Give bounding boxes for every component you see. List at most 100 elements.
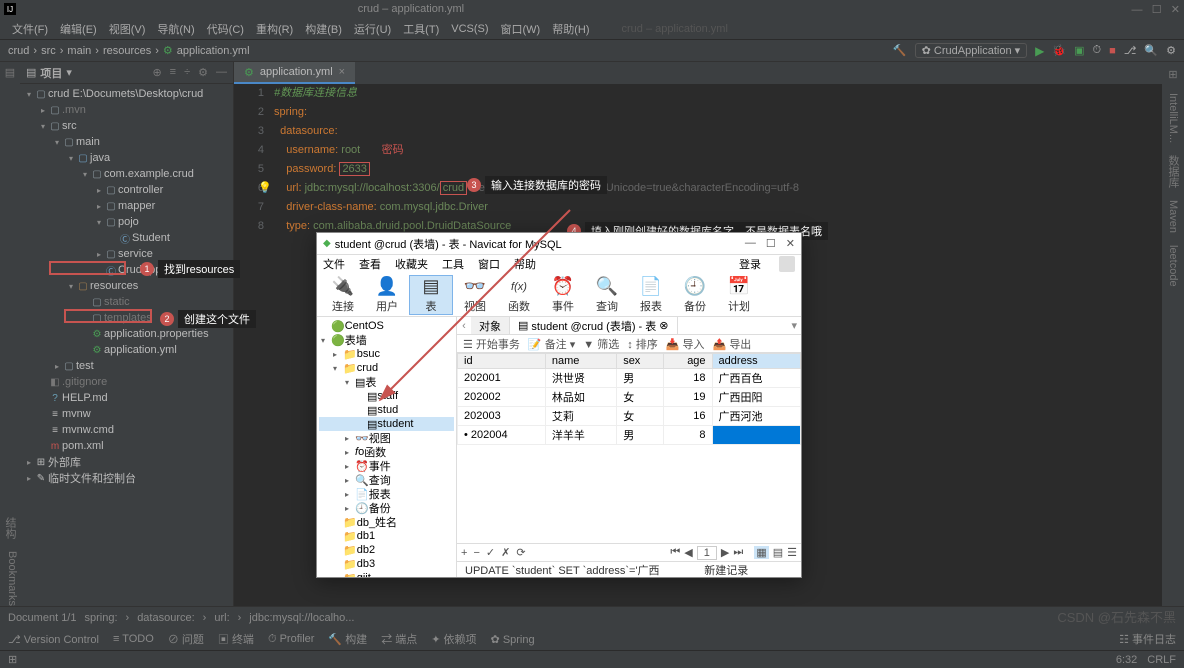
navicat-toolbar[interactable]: 🔌连接 👤用户 ▤表 👓视图 f(x)函数 ⏰事件 🔍查询 📄报表 🕘备份 📅计… bbox=[317, 273, 801, 317]
bottom-vcs[interactable]: ⎇ Version Control bbox=[8, 633, 99, 646]
nav-del-icon[interactable]: − bbox=[473, 547, 479, 559]
nav-btn-backup[interactable]: 🕘备份 bbox=[673, 276, 717, 314]
breadcrumb[interactable]: crud › src › main › resources › ⚙ applic… bbox=[8, 44, 250, 57]
navicat-window[interactable]: ◆ student @crud (表墙) - 表 - Navicat for M… bbox=[316, 232, 802, 578]
tree-service[interactable]: service bbox=[118, 248, 153, 260]
rtool-intelli[interactable]: IntelliLM... bbox=[1167, 93, 1179, 143]
nav-tab-student[interactable]: ▤ student @crud (表墙) - 表 ⊗ bbox=[510, 317, 678, 334]
nav-btn-report[interactable]: 📄报表 bbox=[629, 276, 673, 314]
hide-panel-icon[interactable]: — bbox=[216, 66, 227, 79]
nav-menu-tools[interactable]: 工具 bbox=[442, 256, 464, 272]
menu-code[interactable]: 代码(C) bbox=[203, 21, 248, 37]
tree-package[interactable]: com.example.crud bbox=[104, 168, 194, 180]
nav-btn-user[interactable]: 👤用户 bbox=[365, 276, 409, 314]
tree-pojo[interactable]: pojo bbox=[118, 216, 139, 228]
grid-row-editing[interactable]: • 202004洋羊羊男8 bbox=[458, 426, 801, 445]
nav-tab-close-icon[interactable]: ⊗ bbox=[659, 319, 668, 332]
nav-menu-help[interactable]: 帮助 bbox=[514, 256, 536, 272]
nav-btn-event[interactable]: ⏰事件 bbox=[541, 276, 585, 314]
main-menu[interactable]: 文件(F) 编辑(E) 视图(V) 导航(N) 代码(C) 重构(R) 构建(B… bbox=[0, 18, 1184, 40]
nav-close-icon[interactable]: ✕ bbox=[786, 237, 795, 250]
intention-bulb-icon[interactable]: 💡 bbox=[258, 179, 272, 198]
nt-student[interactable]: student bbox=[377, 418, 413, 430]
tree-pom[interactable]: pom.xml bbox=[62, 440, 104, 452]
navicat-mini-toolbar[interactable]: ☰ 开始事务 📝 备注 ▾ ▼ 筛选 ↕ 排序 📥 导入 📤 导出 bbox=[457, 335, 801, 353]
bottom-build[interactable]: 🔨 构建 bbox=[328, 631, 367, 647]
search-icon[interactable]: 🔍 bbox=[1144, 44, 1158, 57]
tree-mvnw[interactable]: mvnw bbox=[62, 408, 91, 420]
nav-mtb-import[interactable]: 导入 bbox=[683, 339, 705, 351]
menu-edit[interactable]: 编辑(E) bbox=[56, 21, 101, 37]
settings-icon[interactable]: ⚙ bbox=[1166, 44, 1176, 57]
profile-button[interactable]: ⏱ bbox=[1092, 44, 1101, 57]
crumb-0[interactable]: crud bbox=[8, 45, 29, 57]
nav-avatar-icon[interactable] bbox=[779, 256, 795, 272]
menu-refactor[interactable]: 重构(R) bbox=[252, 21, 297, 37]
bottom-profiler[interactable]: ⏱ Profiler bbox=[268, 633, 314, 646]
select-opened-icon[interactable]: ⊕ bbox=[152, 66, 161, 79]
tree-main[interactable]: main bbox=[76, 136, 100, 148]
nav-first-icon[interactable]: ⏮ bbox=[670, 546, 680, 559]
rtool-leetcode[interactable]: leetcode bbox=[1167, 245, 1179, 287]
nav-add-icon[interactable]: + bbox=[461, 547, 467, 559]
nav-menu-file[interactable]: 文件 bbox=[323, 256, 345, 272]
nav-mtb-trans[interactable]: 开始事务 bbox=[476, 339, 520, 351]
crumb-2[interactable]: main bbox=[67, 45, 91, 57]
editor-tab-active[interactable]: ⚙ application.yml × bbox=[234, 62, 355, 84]
ltool-bookmarks[interactable]: Bookmarks bbox=[2, 551, 18, 606]
sc-3[interactable]: url: bbox=[214, 612, 229, 624]
code-area[interactable]: 💡 #数据库连接信息 spring: datasource: username:… bbox=[274, 84, 1162, 236]
collapse-all-icon[interactable]: ÷ bbox=[184, 66, 190, 79]
nav-btn-func[interactable]: f(x)函数 bbox=[497, 276, 541, 314]
tree-mvn[interactable]: .mvn bbox=[62, 104, 86, 116]
nav-min-icon[interactable]: ― bbox=[745, 237, 756, 250]
close-tab-icon[interactable]: × bbox=[339, 66, 345, 78]
left-vert-tools[interactable]: 结构 Bookmarks bbox=[2, 517, 18, 606]
project-tree[interactable]: ▾▢crud E:\Documets\Desktop\crud ▸▢.mvn ▾… bbox=[20, 84, 233, 606]
bottom-problems[interactable]: ⊘ 问题 bbox=[168, 631, 204, 647]
nt-staff[interactable]: staff bbox=[377, 390, 398, 402]
menu-help[interactable]: 帮助(H) bbox=[548, 21, 593, 37]
right-tool-gutter[interactable]: ⊞ IntelliLM... 数据库 Maven leetcode bbox=[1162, 62, 1184, 606]
nav-mtb-memo[interactable]: 备注 ▾ bbox=[545, 339, 576, 351]
menu-file[interactable]: 文件(F) bbox=[8, 21, 52, 37]
run-button[interactable]: ▶ bbox=[1035, 44, 1044, 58]
ltool-structure[interactable]: 结构 bbox=[2, 517, 18, 539]
nav-tab-objects[interactable]: 对象 bbox=[471, 317, 510, 334]
nt-biaoshu[interactable]: 表墙 bbox=[345, 332, 367, 348]
nav-menu-view[interactable]: 查看 bbox=[359, 256, 381, 272]
nav-menu-window[interactable]: 窗口 bbox=[478, 256, 500, 272]
menu-view[interactable]: 视图(V) bbox=[105, 21, 150, 37]
tree-controller[interactable]: controller bbox=[118, 184, 163, 196]
tree-ext-lib[interactable]: 外部库 bbox=[48, 454, 81, 470]
nav-view-form-icon[interactable]: ▤ bbox=[773, 546, 783, 559]
tree-help[interactable]: HELP.md bbox=[62, 392, 108, 404]
nav-page-num[interactable]: 1 bbox=[697, 546, 717, 560]
nav-apply-icon[interactable]: ✓ bbox=[486, 546, 495, 559]
col-id[interactable]: id bbox=[458, 354, 546, 369]
bottom-eventlog[interactable]: ☷ 事件日志 bbox=[1119, 631, 1176, 647]
nt-dbname[interactable]: db_姓名 bbox=[357, 514, 397, 530]
nav-mtb-filter[interactable]: 筛选 bbox=[597, 339, 619, 351]
nt-db3[interactable]: db3 bbox=[357, 558, 375, 570]
tree-student-class[interactable]: Student bbox=[132, 232, 170, 244]
bottom-terminal[interactable]: ▣ 终端 bbox=[218, 631, 254, 647]
nav-cancel-icon[interactable]: ✗ bbox=[501, 546, 510, 559]
status-lineend[interactable]: CRLF bbox=[1147, 654, 1176, 666]
grid-row[interactable]: 202002林品如女19广西田阳 bbox=[458, 388, 801, 407]
git-button[interactable]: ⎇ bbox=[1124, 44, 1137, 57]
menu-build[interactable]: 构建(B) bbox=[301, 21, 346, 37]
nav-menu-fav[interactable]: 收藏夹 bbox=[395, 256, 428, 272]
nav-view-grid-icon[interactable]: ▦ bbox=[754, 546, 768, 559]
menu-tools[interactable]: 工具(T) bbox=[399, 21, 443, 37]
nav-mtb-export[interactable]: 导出 bbox=[729, 339, 751, 351]
tree-mapper[interactable]: mapper bbox=[118, 200, 155, 212]
nav-refresh-icon[interactable]: ⟳ bbox=[516, 546, 525, 559]
nav-next-icon[interactable]: ▶ bbox=[721, 546, 729, 559]
nt-bsuc[interactable]: bsuc bbox=[357, 348, 380, 360]
bottom-tool-tabs[interactable]: ⎇ Version Control ≡ TODO ⊘ 问题 ▣ 终端 ⏱ Pro… bbox=[0, 628, 1184, 650]
menu-navigate[interactable]: 导航(N) bbox=[153, 21, 198, 37]
nav-last-icon[interactable]: ⏭ bbox=[733, 546, 743, 559]
editor-tabs[interactable]: ⚙ application.yml × bbox=[234, 62, 1162, 84]
crumb-4[interactable]: application.yml bbox=[177, 45, 250, 57]
